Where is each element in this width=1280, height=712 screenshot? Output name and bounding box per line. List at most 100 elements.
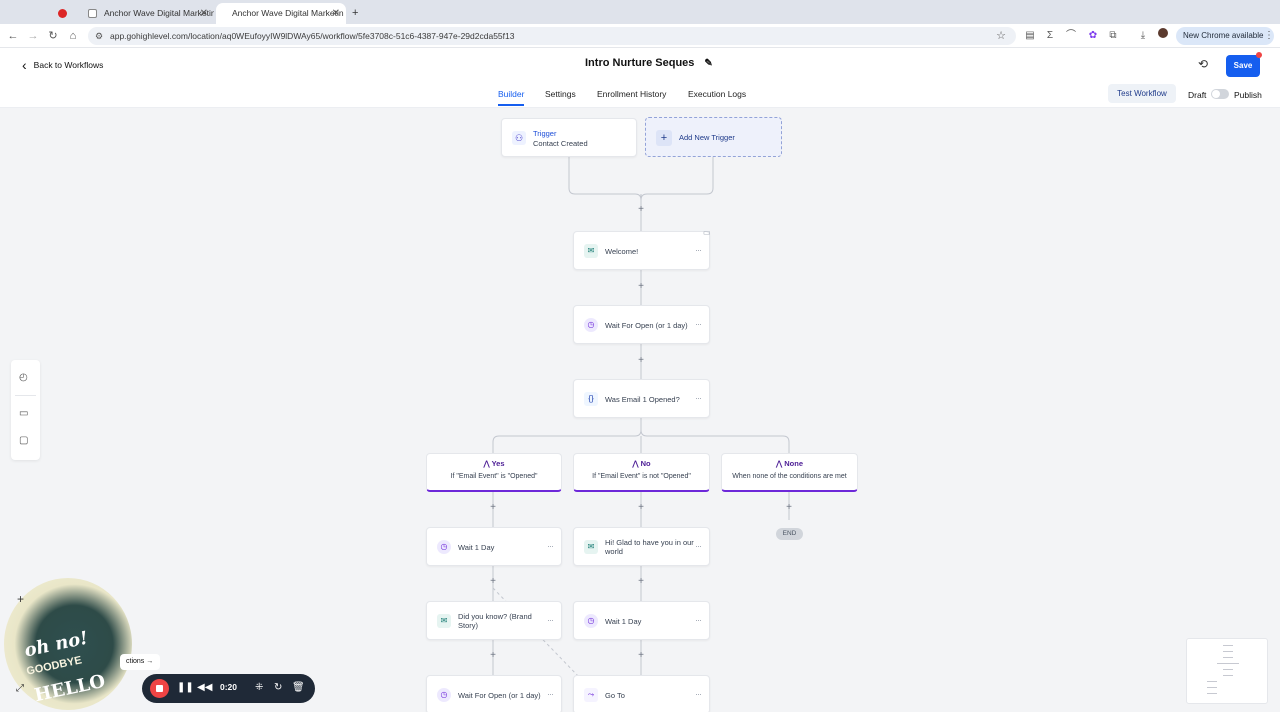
close-tab-icon[interactable]: ✕: [200, 3, 208, 24]
goto-icon: ⤳: [584, 688, 598, 702]
comment-panel-icon[interactable]: ▭: [19, 408, 28, 419]
more-options-icon[interactable]: ···: [695, 689, 702, 699]
add-action-button[interactable]: +: [636, 356, 646, 366]
workflow-title[interactable]: Intro Nurture Seques ✎: [585, 57, 713, 69]
grid-icon[interactable]: ⁜: [255, 681, 263, 695]
add-action-button[interactable]: +: [488, 503, 498, 513]
publish-toggle[interactable]: [1211, 89, 1229, 99]
trash-icon[interactable]: 🗑: [292, 681, 305, 695]
back-arrow-icon[interactable]: ←: [6, 28, 20, 44]
action-go-to[interactable]: ⤳ Go To ···: [573, 675, 710, 712]
pause-icon[interactable]: ❚❚: [177, 681, 194, 695]
recording-timer: 0:20: [220, 682, 238, 692]
add-action-button[interactable]: +: [488, 577, 498, 587]
note-icon[interactable]: ▢: [19, 435, 28, 446]
site-settings-icon[interactable]: ⚙: [92, 28, 106, 44]
actions-link[interactable]: ctions →: [120, 654, 160, 670]
home-icon[interactable]: ⌂: [66, 28, 80, 44]
add-action-button[interactable]: +: [636, 205, 646, 215]
email-icon: ✉: [584, 540, 598, 554]
browser-tab-active[interactable]: Anchor Wave Digital Marketin ✕: [216, 3, 346, 24]
more-options-icon[interactable]: ···: [547, 615, 554, 625]
reading-list-icon[interactable]: ▤: [1023, 28, 1037, 44]
publish-label: Publish: [1234, 90, 1262, 100]
unsaved-indicator: [1256, 52, 1262, 58]
record-icon: [58, 9, 67, 18]
extension-icon[interactable]: ⌒: [1064, 28, 1078, 44]
close-tab-icon[interactable]: ✕: [332, 3, 340, 24]
comment-icon[interactable]: ▭: [703, 228, 711, 237]
tab-settings[interactable]: Settings: [545, 89, 576, 99]
branch-no[interactable]: ⋀ No If "Email Event" is not "Opened": [573, 453, 710, 492]
browser-tab-recording[interactable]: [50, 3, 78, 24]
page-icon: [88, 9, 97, 18]
trigger-card[interactable]: ⚇ Trigger Contact Created: [501, 118, 637, 157]
action-wait-1-day[interactable]: ◷ Wait 1 Day ···: [426, 527, 562, 566]
add-action-button[interactable]: +: [784, 503, 794, 513]
fit-view-icon[interactable]: ⤢: [16, 683, 24, 694]
more-options-icon[interactable]: ···: [695, 393, 702, 403]
branch-none[interactable]: ⋀ None When none of the conditions are m…: [721, 453, 858, 492]
tab-builder[interactable]: Builder: [498, 89, 525, 106]
stop-recording-button[interactable]: [150, 679, 169, 698]
more-options-icon[interactable]: ···: [695, 615, 702, 625]
puzzle-extensions-icon[interactable]: ⧉: [1106, 28, 1120, 44]
add-new-trigger-button[interactable]: + Add New Trigger: [645, 117, 782, 157]
add-action-button[interactable]: +: [488, 651, 498, 661]
add-action-button[interactable]: +: [636, 577, 646, 587]
action-wait-for-open-2[interactable]: ◷ Wait For Open (or 1 day) ···: [426, 675, 562, 712]
sigma-extension-icon[interactable]: Σ: [1043, 28, 1057, 44]
new-tab-button[interactable]: +: [348, 3, 366, 24]
more-menu-icon[interactable]: ⋮: [1262, 28, 1276, 44]
end-marker: END: [776, 528, 803, 540]
action-welcome-email[interactable]: ✉ Welcome! ···: [573, 231, 710, 270]
bookmark-star-icon[interactable]: ☆: [994, 28, 1008, 44]
clock-icon: ◷: [584, 318, 598, 332]
profile-avatar[interactable]: [1156, 28, 1170, 44]
download-icon[interactable]: ⤓: [1136, 28, 1150, 44]
version-history-icon[interactable]: ⟲: [1198, 57, 1208, 71]
plus-icon: +: [656, 130, 672, 146]
action-wait-1-day-b[interactable]: ◷ Wait 1 Day ···: [573, 601, 710, 640]
tab-enrollment-history[interactable]: Enrollment History: [597, 89, 666, 99]
more-options-icon[interactable]: ···: [695, 541, 702, 551]
address-bar[interactable]: ⚙ app.gohighlevel.com/location/aq0WEufoy…: [88, 27, 1016, 45]
more-options-icon[interactable]: ···: [547, 689, 554, 699]
update-chrome-button[interactable]: New Chrome available: [1176, 27, 1274, 45]
forward-arrow-icon[interactable]: →: [26, 28, 40, 44]
url-text: app.gohighlevel.com/location/aq0WEufoyyI…: [110, 31, 515, 41]
more-options-icon[interactable]: ···: [547, 541, 554, 551]
reload-icon[interactable]: ↻: [46, 28, 60, 44]
zoom-in-icon[interactable]: +: [17, 592, 24, 606]
back-to-workflows-link[interactable]: ‹ Back to Workflows: [22, 57, 103, 73]
branch-yes[interactable]: ⋀ Yes If "Email Event" is "Opened": [426, 453, 562, 492]
history-icon[interactable]: ◴: [19, 372, 28, 383]
action-if-else-condition[interactable]: {} Was Email 1 Opened? ···: [573, 379, 710, 418]
browser-toolbar: ← → ↻ ⌂ ⚙ app.gohighlevel.com/location/a…: [0, 24, 1280, 48]
restart-icon[interactable]: ↻: [274, 681, 282, 695]
save-button[interactable]: Save: [1226, 55, 1260, 77]
draft-label: Draft: [1188, 90, 1207, 100]
tab-execution-logs[interactable]: Execution Logs: [688, 89, 746, 99]
clock-icon: ◷: [437, 540, 451, 554]
rewind-icon[interactable]: ◀◀: [197, 681, 212, 695]
workflow-canvas[interactable]: ⚇ Trigger Contact Created + Add New Trig…: [0, 108, 1280, 712]
trigger-title: Trigger: [533, 129, 557, 138]
chevron-left-icon: ‹: [22, 57, 27, 73]
canvas-minimap[interactable]: [1186, 638, 1268, 704]
add-action-button[interactable]: +: [636, 503, 646, 513]
add-action-button[interactable]: +: [636, 282, 646, 292]
browser-tab[interactable]: Anchor Wave Digital Marketin ✕: [80, 3, 214, 24]
action-glad-email[interactable]: ✉ Hi! Glad to have you in our world ···: [573, 527, 710, 566]
more-options-icon[interactable]: ···: [695, 319, 702, 329]
edit-pencil-icon[interactable]: ✎: [704, 58, 712, 69]
clock-icon: ◷: [437, 688, 451, 702]
action-wait-for-open[interactable]: ◷ Wait For Open (or 1 day) ···: [573, 305, 710, 344]
recording-controls: ❚❚ ◀◀ 0:20 ⁜ ↻ 🗑: [142, 674, 315, 703]
extension-badge-icon[interactable]: ✿: [1086, 28, 1100, 44]
email-icon: ✉: [584, 244, 598, 258]
add-action-button[interactable]: +: [636, 651, 646, 661]
action-brand-story-email[interactable]: ✉ Did you know? (Brand Story) ···: [426, 601, 562, 640]
test-workflow-button[interactable]: Test Workflow: [1108, 84, 1176, 103]
more-options-icon[interactable]: ···: [695, 245, 702, 255]
